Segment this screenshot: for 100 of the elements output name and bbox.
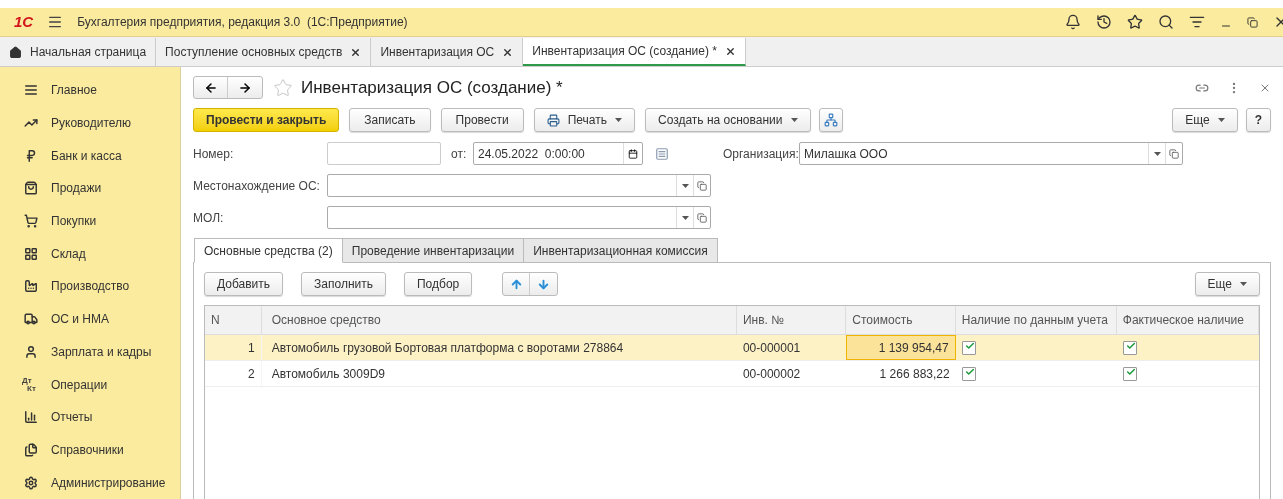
files-icon <box>24 442 38 457</box>
app-title: Бухгалтерия предприятия, редакция 3.0 (1С:Предприятие) <box>77 14 408 31</box>
history-icon[interactable] <box>1096 14 1112 30</box>
table-command-button[interactable]: Подбор <box>403 272 473 296</box>
sidebar-item[interactable]: Склад <box>0 237 180 271</box>
table-command-button[interactable]: Заполнить <box>301 272 386 296</box>
table-command-button[interactable]: Добавить <box>204 272 284 296</box>
down-arrow-icon <box>537 277 551 291</box>
restore-icon[interactable] <box>1247 16 1258 28</box>
caret-icon <box>1240 282 1247 286</box>
field-label: Номер: <box>193 145 235 163</box>
table-cell: 1 139 954,47 <box>846 335 956 360</box>
close-tab-icon[interactable] <box>724 45 736 57</box>
input-field[interactable] <box>327 142 441 165</box>
sidebar-item[interactable]: Руководителю <box>0 106 180 140</box>
input-field[interactable] <box>327 174 711 197</box>
form-title: Инвентаризация ОС (создание) * <box>301 76 563 99</box>
column-header[interactable]: Фактическое наличие <box>1116 306 1259 334</box>
comment-icon[interactable] <box>655 146 669 161</box>
more-button[interactable]: Еще <box>1172 108 1238 132</box>
tab-label: Поступление основных средств <box>165 44 343 61</box>
help-button[interactable]: ? <box>1245 108 1271 132</box>
sidebar-item[interactable]: Отчеты <box>0 400 180 434</box>
field-label: МОЛ: <box>193 209 225 227</box>
window-tab[interactable]: Поступление основных средств <box>156 38 372 66</box>
sidebar-item[interactable]: Покупки <box>0 204 180 238</box>
table-cell-text: 00-000001 <box>741 339 802 357</box>
caret-icon <box>1217 118 1225 122</box>
close-tab-icon[interactable] <box>502 46 514 58</box>
post-and-close-button[interactable]: Провести и закрыть <box>193 108 340 132</box>
sidebar-item[interactable]: Главное <box>0 74 180 107</box>
checkbox[interactable] <box>961 340 976 355</box>
form-tab[interactable]: Проведение инвентаризации <box>342 238 525 263</box>
open-button[interactable] <box>693 207 710 228</box>
grid-icon <box>24 246 38 261</box>
truck-icon <box>24 312 38 327</box>
sidebar-item[interactable]: ОС и НМА <box>0 302 180 336</box>
menu-icon[interactable] <box>47 14 64 30</box>
sidebar-item[interactable]: Администрирование <box>0 466 180 499</box>
close-tab-icon[interactable] <box>350 46 362 58</box>
filter-icon[interactable] <box>1189 14 1205 30</box>
column-header[interactable]: Инв. № <box>736 306 847 334</box>
table-cell: 1 <box>205 335 262 360</box>
print-button[interactable]: Печать <box>533 108 635 132</box>
tab-label: Начальная страница <box>30 44 147 61</box>
open-button[interactable] <box>1165 143 1182 164</box>
bell-icon[interactable] <box>1065 14 1081 30</box>
column-header[interactable]: Стоимость <box>846 306 956 334</box>
field-label: Организация: <box>723 145 799 163</box>
printer-icon <box>546 113 560 127</box>
right-arrow-icon <box>238 80 252 95</box>
sidebar-item[interactable]: Зарплата и кадры <box>0 335 180 369</box>
date-field[interactable]: 24.05.2022 0:00:00 <box>473 142 643 165</box>
field-label: Местонахождение ОС: <box>193 177 321 195</box>
ruble-icon <box>24 148 38 163</box>
sidebar-item[interactable]: Дт Кт Операции <box>0 368 180 401</box>
organization-field[interactable]: Милашка ООО <box>799 142 1183 165</box>
sidebar-item[interactable]: Производство <box>0 270 180 303</box>
sidebar-item[interactable]: Банк и касса <box>0 139 180 173</box>
lines-icon <box>24 83 38 98</box>
search-icon[interactable] <box>1158 14 1174 30</box>
star-icon[interactable] <box>273 77 293 98</box>
table-row[interactable]: 2 Автомобиль 3009D9 00-000002 1 266 883,22 <box>205 361 1259 387</box>
table-cell: 2 <box>205 361 262 386</box>
create-based-on-button[interactable]: Создать на основании <box>645 108 811 132</box>
star-icon[interactable] <box>1127 14 1143 30</box>
more-button[interactable]: Еще <box>1194 272 1260 296</box>
checkbox[interactable] <box>1122 340 1137 355</box>
input-field[interactable] <box>327 206 711 229</box>
open-icon <box>1169 148 1179 159</box>
debit-credit-icon: Дт Кт <box>22 376 38 393</box>
structure-icon <box>823 113 838 127</box>
command-button[interactable]: Провести <box>440 108 524 132</box>
table-cell-text: 1 266 883,22 <box>878 365 951 383</box>
table-row[interactable]: 1 Автомобиль грузовой Бортовая платформа с воротами 278864 00-000001 1 139 954,47 <box>205 335 1259 361</box>
window-tab[interactable]: Начальная страница <box>0 38 157 66</box>
gear-icon <box>24 475 38 490</box>
caret-icon <box>790 118 798 122</box>
form-tab[interactable]: Инвентаризационная комиссия <box>524 238 718 263</box>
structure-button[interactable] <box>818 108 843 132</box>
column-header[interactable]: Основное средство <box>261 306 737 334</box>
form-tab[interactable]: Основные средства (2) <box>194 238 343 263</box>
sidebar-item[interactable]: Справочники <box>0 433 180 467</box>
calendar-icon <box>628 148 638 159</box>
bag-icon <box>24 181 38 196</box>
command-button[interactable]: Записать <box>349 108 431 132</box>
tab-label: Инвентаризация ОС (создание) * <box>532 43 717 60</box>
window-tab[interactable]: Инвентаризация ОС (создание) * <box>523 38 746 66</box>
table-cell-text: Автомобиль 3009D9 <box>270 365 386 383</box>
column-header[interactable]: N <box>205 306 262 334</box>
caret-icon <box>615 118 622 122</box>
column-header[interactable]: Наличие по данным учета <box>955 306 1117 334</box>
cart-icon <box>24 214 38 229</box>
open-button[interactable] <box>693 175 710 196</box>
left-arrow-icon <box>203 80 218 95</box>
open-icon <box>697 180 707 191</box>
sidebar-item[interactable]: Продажи <box>0 172 180 205</box>
caret-icon <box>681 183 689 188</box>
checkbox[interactable] <box>961 366 976 381</box>
checkbox[interactable] <box>1122 366 1137 381</box>
